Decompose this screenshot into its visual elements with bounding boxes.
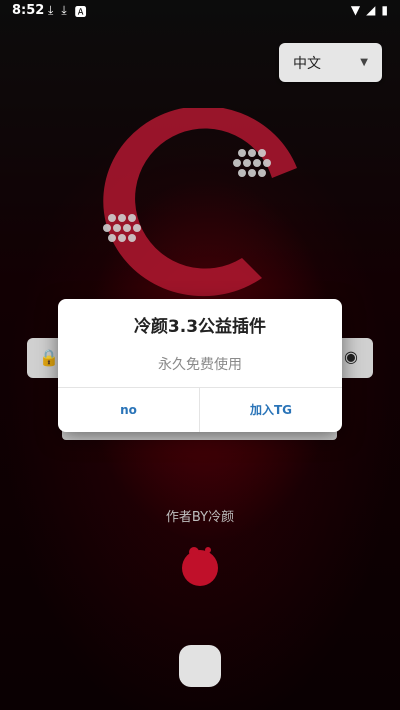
language-select[interactable]: 中文 ▼ (279, 43, 382, 82)
status-bar: 8:52 ⤓ ⤓ 🅰 ▼ ◢ ▮ (0, 0, 400, 24)
floating-action-button[interactable] (179, 645, 221, 687)
lock-icon: 🔒 (39, 348, 59, 367)
signal-icon: ◢ (366, 3, 376, 17)
no-button[interactable]: no (58, 388, 199, 432)
text-a-icon: 🅰 (74, 5, 87, 19)
notification-icons: ⤓ ⤓ 🅰 (48, 3, 87, 20)
author-credit: 作者BY冷颜 (165, 510, 235, 525)
system-icons: ▼ ◢ ▮ (351, 3, 388, 17)
app-logo (103, 108, 297, 297)
wifi-icon: ▼ (350, 3, 361, 17)
chevron-down-icon: ▼ (360, 57, 368, 68)
download-icon: ⤓ (48, 3, 54, 17)
mascot-icon (182, 547, 218, 586)
download-icon: ⤓ (61, 3, 67, 17)
battery-icon: ▮ (381, 3, 388, 17)
dialog-message: 永久免费使用 (158, 357, 242, 373)
dialog-title: 冷颜3.3公益插件 (133, 317, 267, 337)
status-time: 8:52 (12, 3, 45, 18)
announcement-dialog: 冷颜3.3公益插件 永久免费使用 no 加入TG (58, 299, 342, 432)
eye-off-icon: ◉ (344, 347, 358, 366)
join-tg-button[interactable]: 加入TG (200, 388, 342, 432)
language-select-value: 中文 (293, 55, 321, 72)
